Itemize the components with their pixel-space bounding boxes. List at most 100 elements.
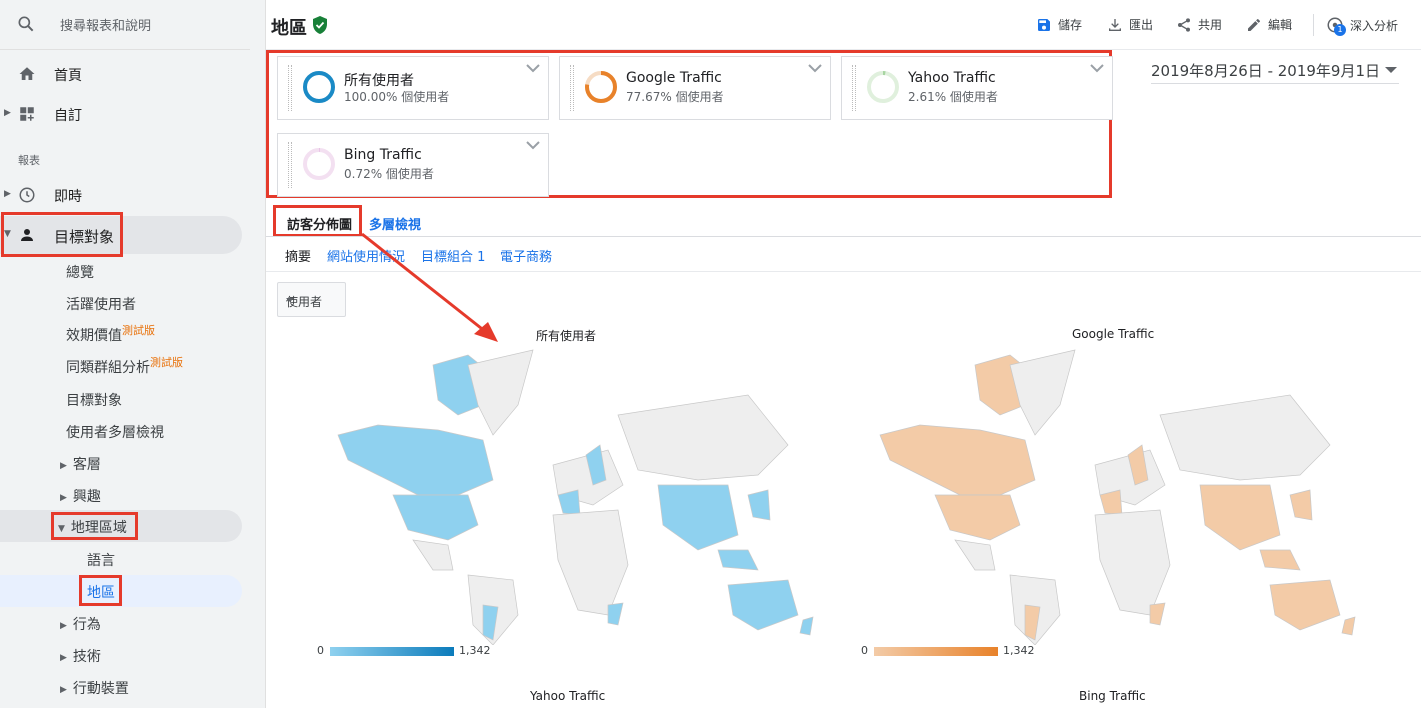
map-region[interactable] xyxy=(717,549,759,571)
chevron-down-icon[interactable] xyxy=(526,140,540,150)
map-region[interactable] xyxy=(1149,602,1166,626)
map-region[interactable] xyxy=(1159,394,1331,481)
subtab-summary[interactable]: 摘要 xyxy=(285,246,311,265)
divider xyxy=(1313,14,1314,36)
map-region[interactable] xyxy=(337,424,494,496)
map-region[interactable] xyxy=(727,579,799,631)
segment-ring-icon xyxy=(303,71,335,103)
segment-name: Bing Traffic xyxy=(344,147,422,163)
legend-max: 1,342 xyxy=(459,644,491,657)
highlight-box xyxy=(79,575,122,606)
sidebar-item-custom[interactable]: ▶ 自訂 xyxy=(0,97,250,131)
chevron-down-icon[interactable] xyxy=(1090,63,1104,73)
map-region[interactable] xyxy=(1269,579,1341,631)
edit-button[interactable]: 編輯 xyxy=(1246,16,1292,33)
save-icon xyxy=(1038,18,1050,31)
date-range-picker[interactable]: 2019年8月26日 - 2019年9月1日 xyxy=(1151,60,1399,84)
caret-right-icon: ▶ xyxy=(60,653,67,663)
sidebar-item-behavior[interactable]: ▶ 行為 xyxy=(60,614,101,634)
drag-handle[interactable] xyxy=(852,65,856,111)
map-region[interactable] xyxy=(657,484,739,551)
caret-right-icon: ▶ xyxy=(4,189,11,199)
map-region[interactable] xyxy=(1199,484,1281,551)
map-region[interactable] xyxy=(607,602,624,626)
map-region[interactable] xyxy=(392,494,479,541)
segment-card[interactable]: Bing Traffic 0.72% 個使用者 xyxy=(277,133,549,197)
caret-right-icon: ▶ xyxy=(60,461,67,471)
export-button[interactable]: 匯出 xyxy=(1107,16,1153,33)
segment-card[interactable]: Google Traffic 77.67% 個使用者 xyxy=(559,56,831,120)
segment-ring-icon xyxy=(303,148,335,180)
legend-gradient xyxy=(330,647,454,656)
sidebar-item-technology[interactable]: ▶ 技術 xyxy=(60,646,101,666)
clock-icon xyxy=(19,187,35,203)
map-region[interactable] xyxy=(1341,616,1356,636)
segment-card[interactable]: Yahoo Traffic 2.61% 個使用者 xyxy=(841,56,1113,120)
chevron-down-icon[interactable] xyxy=(526,63,540,73)
world-map[interactable] xyxy=(318,345,838,645)
search-icon xyxy=(18,16,34,32)
pencil-icon xyxy=(1248,18,1260,31)
sidebar-subitem-user-explorer[interactable]: 使用者多層檢視 xyxy=(66,422,164,446)
insights-button[interactable]: 1 深入分析 xyxy=(1326,16,1398,36)
caret-right-icon: ▶ xyxy=(4,108,11,118)
caret-right-icon: ▶ xyxy=(60,685,67,695)
share-button[interactable]: 共用 xyxy=(1176,16,1222,33)
map-title: 所有使用者 xyxy=(536,329,597,343)
sidebar-item-realtime[interactable]: ▶ 即時 xyxy=(0,178,250,212)
caret-down-icon xyxy=(1385,67,1397,73)
sidebar-subitem-language[interactable]: 語言 xyxy=(87,550,115,570)
map-region[interactable] xyxy=(1289,489,1313,521)
map-region[interactable] xyxy=(954,539,996,571)
map-region[interactable] xyxy=(617,394,789,481)
map-region[interactable] xyxy=(799,616,814,636)
sidebar-subitem-audiences[interactable]: 目標對象 xyxy=(66,390,122,414)
segment-ring-icon xyxy=(585,71,617,103)
highlight-box xyxy=(1,212,123,257)
sidebar-subitem-active-users[interactable]: 活躍使用者 xyxy=(66,294,136,318)
dashboard-plus-icon xyxy=(20,107,34,121)
drag-handle[interactable] xyxy=(288,142,292,188)
legend-max: 1,342 xyxy=(1003,644,1035,657)
map-region[interactable] xyxy=(747,489,771,521)
sidebar-subitem-cohort[interactable]: 同類群組分析測試版 xyxy=(66,356,183,381)
segment-percentage: 2.61% 個使用者 xyxy=(908,90,998,104)
map-region[interactable] xyxy=(1259,549,1301,571)
home-icon xyxy=(19,67,35,80)
map-region[interactable] xyxy=(934,494,1021,541)
insights-icon: 1 xyxy=(1326,16,1346,36)
annotation-arrow xyxy=(361,232,498,342)
map-region[interactable] xyxy=(412,539,454,571)
sidebar-subitem-lifetime-value[interactable]: 效期價值測試版 xyxy=(66,324,155,349)
drag-handle[interactable] xyxy=(570,65,574,111)
segment-percentage: 0.72% 個使用者 xyxy=(344,167,434,181)
metric-select[interactable]: 使用者 xyxy=(277,282,346,317)
segment-percentage: 77.67% 個使用者 xyxy=(626,90,724,104)
map-region[interactable] xyxy=(552,509,629,616)
legend-min: 0 xyxy=(861,644,868,657)
sidebar-subitem-overview[interactable]: 總覽 xyxy=(66,262,94,286)
segment-ring-icon xyxy=(867,71,899,103)
search-box[interactable]: 搜尋報表和說明 xyxy=(0,0,250,50)
map-title: Bing Traffic xyxy=(1079,689,1146,703)
map-region[interactable] xyxy=(1094,509,1171,616)
sidebar-item-label: 自訂 xyxy=(54,108,82,124)
sidebar: 搜尋報表和說明 首頁 ▶ 自訂 報表 ▶ 即時 ▼ 目標對象 總覽 活躍使用者 … xyxy=(0,0,266,708)
chevron-down-icon[interactable] xyxy=(808,63,822,73)
map-region[interactable] xyxy=(467,349,534,436)
sidebar-item-home[interactable]: 首頁 xyxy=(0,57,250,91)
map-region[interactable] xyxy=(1009,349,1076,436)
world-map[interactable] xyxy=(860,345,1380,645)
map-region[interactable] xyxy=(879,424,1036,496)
sidebar-subitem-demographics[interactable]: ▶ 客層 xyxy=(60,454,101,474)
legend-min: 0 xyxy=(317,644,324,657)
sidebar-subitem-interests[interactable]: ▶ 興趣 xyxy=(60,486,101,506)
segment-name: Google Traffic xyxy=(626,70,722,86)
beta-badge: 測試版 xyxy=(122,324,155,337)
caret-right-icon: ▶ xyxy=(60,621,67,631)
drag-handle[interactable] xyxy=(288,65,292,111)
segment-card[interactable]: 所有使用者 100.00% 個使用者 xyxy=(277,56,549,120)
sidebar-item-mobile[interactable]: ▶ 行動裝置 xyxy=(60,678,129,698)
save-button[interactable]: 儲存 xyxy=(1036,16,1082,33)
insights-badge: 1 xyxy=(1334,24,1346,36)
